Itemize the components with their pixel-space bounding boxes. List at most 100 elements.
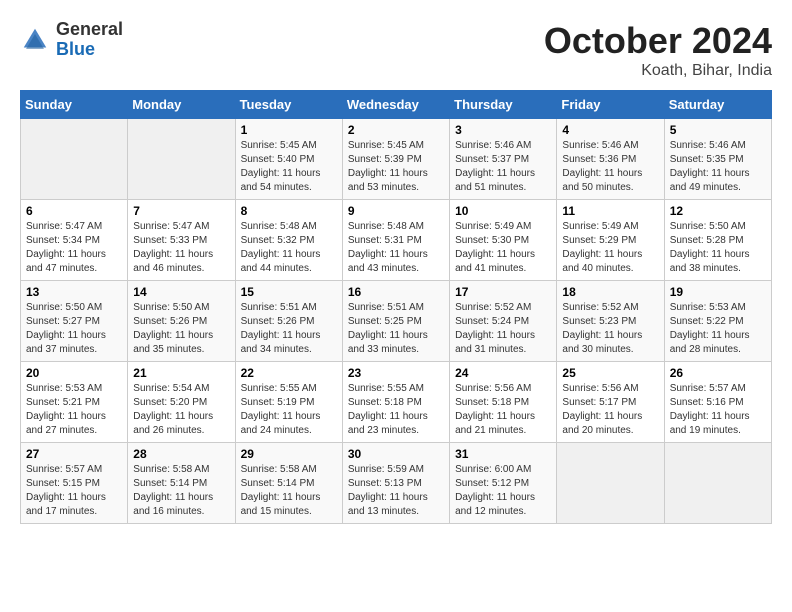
calendar-cell (557, 443, 664, 524)
calendar-title: October 2024 (544, 20, 772, 62)
day-info: Sunrise: 5:50 AM Sunset: 5:27 PM Dayligh… (26, 301, 122, 357)
calendar-cell: 17 Sunrise: 5:52 AM Sunset: 5:24 PM Dayli… (450, 281, 557, 362)
calendar-cell: 12 Sunrise: 5:50 AM Sunset: 5:28 PM Dayli… (664, 200, 771, 281)
logo-text: General Blue (56, 20, 123, 60)
day-info: Sunrise: 5:48 AM Sunset: 5:32 PM Dayligh… (241, 220, 337, 276)
day-info: Sunrise: 5:49 AM Sunset: 5:29 PM Dayligh… (562, 220, 658, 276)
day-number: 4 (562, 123, 658, 137)
calendar-cell (664, 443, 771, 524)
col-saturday: Saturday (664, 91, 771, 119)
day-number: 19 (670, 285, 766, 299)
day-info: Sunrise: 5:56 AM Sunset: 5:17 PM Dayligh… (562, 382, 658, 438)
calendar-week-row: 1 Sunrise: 5:45 AM Sunset: 5:40 PM Daylig… (21, 119, 772, 200)
day-number: 26 (670, 366, 766, 380)
day-number: 6 (26, 204, 122, 218)
col-monday: Monday (128, 91, 235, 119)
day-number: 17 (455, 285, 551, 299)
day-info: Sunrise: 5:59 AM Sunset: 5:13 PM Dayligh… (348, 463, 444, 519)
day-info: Sunrise: 5:46 AM Sunset: 5:36 PM Dayligh… (562, 139, 658, 195)
day-info: Sunrise: 5:55 AM Sunset: 5:19 PM Dayligh… (241, 382, 337, 438)
calendar-subtitle: Koath, Bihar, India (544, 62, 772, 80)
calendar-cell: 18 Sunrise: 5:52 AM Sunset: 5:23 PM Dayli… (557, 281, 664, 362)
calendar-cell: 31Sunrise: 6:00 AM Sunset: 5:12 PM Dayli… (450, 443, 557, 524)
day-info: Sunrise: 5:55 AM Sunset: 5:18 PM Dayligh… (348, 382, 444, 438)
day-number: 14 (133, 285, 229, 299)
day-number: 1 (241, 123, 337, 137)
day-number: 23 (348, 366, 444, 380)
day-info: Sunrise: 5:58 AM Sunset: 5:14 PM Dayligh… (241, 463, 337, 519)
day-info: Sunrise: 5:52 AM Sunset: 5:24 PM Dayligh… (455, 301, 551, 357)
calendar-cell: 1 Sunrise: 5:45 AM Sunset: 5:40 PM Daylig… (235, 119, 342, 200)
day-info: Sunrise: 5:47 AM Sunset: 5:34 PM Dayligh… (26, 220, 122, 276)
day-number: 25 (562, 366, 658, 380)
logo: General Blue (20, 20, 123, 60)
day-info: Sunrise: 5:52 AM Sunset: 5:23 PM Dayligh… (562, 301, 658, 357)
day-number: 18 (562, 285, 658, 299)
day-info: Sunrise: 5:56 AM Sunset: 5:18 PM Dayligh… (455, 382, 551, 438)
day-info: Sunrise: 5:46 AM Sunset: 5:37 PM Dayligh… (455, 139, 551, 195)
day-number: 13 (26, 285, 122, 299)
calendar-week-row: 27 Sunrise: 5:57 AM Sunset: 5:15 PM Dayli… (21, 443, 772, 524)
calendar-header-row: Sunday Monday Tuesday Wednesday Thursday… (21, 91, 772, 119)
calendar-cell: 3 Sunrise: 5:46 AM Sunset: 5:37 PM Daylig… (450, 119, 557, 200)
calendar-cell: 14 Sunrise: 5:50 AM Sunset: 5:26 PM Dayli… (128, 281, 235, 362)
title-block: October 2024 Koath, Bihar, India (544, 20, 772, 80)
day-info: Sunrise: 5:50 AM Sunset: 5:28 PM Dayligh… (670, 220, 766, 276)
day-number: 2 (348, 123, 444, 137)
day-number: 11 (562, 204, 658, 218)
day-info: Sunrise: 5:45 AM Sunset: 5:39 PM Dayligh… (348, 139, 444, 195)
day-number: 3 (455, 123, 551, 137)
calendar-cell: 25 Sunrise: 5:56 AM Sunset: 5:17 PM Dayli… (557, 362, 664, 443)
day-number: 27 (26, 447, 122, 461)
calendar-cell: 6 Sunrise: 5:47 AM Sunset: 5:34 PM Daylig… (21, 200, 128, 281)
calendar-cell: 7 Sunrise: 5:47 AM Sunset: 5:33 PM Daylig… (128, 200, 235, 281)
day-number: 7 (133, 204, 229, 218)
page-header: General Blue October 2024 Koath, Bihar, … (20, 20, 772, 80)
calendar-cell: 23 Sunrise: 5:55 AM Sunset: 5:18 PM Dayli… (342, 362, 449, 443)
logo-blue: Blue (56, 40, 123, 60)
calendar-cell: 22Sunrise: 5:55 AM Sunset: 5:19 PM Dayli… (235, 362, 342, 443)
calendar-cell (128, 119, 235, 200)
day-info: Sunrise: 5:47 AM Sunset: 5:33 PM Dayligh… (133, 220, 229, 276)
calendar-cell: 2 Sunrise: 5:45 AM Sunset: 5:39 PM Daylig… (342, 119, 449, 200)
calendar-cell: 28Sunrise: 5:58 AM Sunset: 5:14 PM Dayli… (128, 443, 235, 524)
day-info: Sunrise: 5:57 AM Sunset: 5:15 PM Dayligh… (26, 463, 122, 519)
day-number: 12 (670, 204, 766, 218)
day-info: Sunrise: 5:45 AM Sunset: 5:40 PM Dayligh… (241, 139, 337, 195)
calendar-cell: 21 Sunrise: 5:54 AM Sunset: 5:20 PM Dayli… (128, 362, 235, 443)
calendar-cell: 5 Sunrise: 5:46 AM Sunset: 5:35 PM Daylig… (664, 119, 771, 200)
calendar-cell: 4 Sunrise: 5:46 AM Sunset: 5:36 PM Daylig… (557, 119, 664, 200)
calendar-cell: 9 Sunrise: 5:48 AM Sunset: 5:31 PM Daylig… (342, 200, 449, 281)
logo-icon (20, 25, 50, 55)
calendar-cell: 11 Sunrise: 5:49 AM Sunset: 5:29 PM Dayli… (557, 200, 664, 281)
calendar-cell: 27 Sunrise: 5:57 AM Sunset: 5:15 PM Dayli… (21, 443, 128, 524)
calendar-cell: 20Sunrise: 5:53 AM Sunset: 5:21 PM Dayli… (21, 362, 128, 443)
day-info: Sunrise: 6:00 AM Sunset: 5:12 PM Dayligh… (455, 463, 551, 519)
calendar-week-row: 13 Sunrise: 5:50 AM Sunset: 5:27 PM Dayli… (21, 281, 772, 362)
day-info: Sunrise: 5:46 AM Sunset: 5:35 PM Dayligh… (670, 139, 766, 195)
day-info: Sunrise: 5:57 AM Sunset: 5:16 PM Dayligh… (670, 382, 766, 438)
day-info: Sunrise: 5:48 AM Sunset: 5:31 PM Dayligh… (348, 220, 444, 276)
day-info: Sunrise: 5:54 AM Sunset: 5:20 PM Dayligh… (133, 382, 229, 438)
day-info: Sunrise: 5:51 AM Sunset: 5:25 PM Dayligh… (348, 301, 444, 357)
day-info: Sunrise: 5:51 AM Sunset: 5:26 PM Dayligh… (241, 301, 337, 357)
logo-general: General (56, 20, 123, 40)
calendar-cell: 16 Sunrise: 5:51 AM Sunset: 5:25 PM Dayli… (342, 281, 449, 362)
calendar-cell: 30 Sunrise: 5:59 AM Sunset: 5:13 PM Dayli… (342, 443, 449, 524)
col-wednesday: Wednesday (342, 91, 449, 119)
day-number: 29 (241, 447, 337, 461)
calendar-cell: 10Sunrise: 5:49 AM Sunset: 5:30 PM Dayli… (450, 200, 557, 281)
day-number: 20 (26, 366, 122, 380)
calendar-cell: 26 Sunrise: 5:57 AM Sunset: 5:16 PM Dayli… (664, 362, 771, 443)
col-sunday: Sunday (21, 91, 128, 119)
day-number: 9 (348, 204, 444, 218)
day-number: 16 (348, 285, 444, 299)
calendar-cell (21, 119, 128, 200)
day-number: 15 (241, 285, 337, 299)
day-number: 30 (348, 447, 444, 461)
day-info: Sunrise: 5:50 AM Sunset: 5:26 PM Dayligh… (133, 301, 229, 357)
day-number: 5 (670, 123, 766, 137)
calendar-cell: 19Sunrise: 5:53 AM Sunset: 5:22 PM Dayli… (664, 281, 771, 362)
calendar-cell: 13 Sunrise: 5:50 AM Sunset: 5:27 PM Dayli… (21, 281, 128, 362)
day-number: 21 (133, 366, 229, 380)
